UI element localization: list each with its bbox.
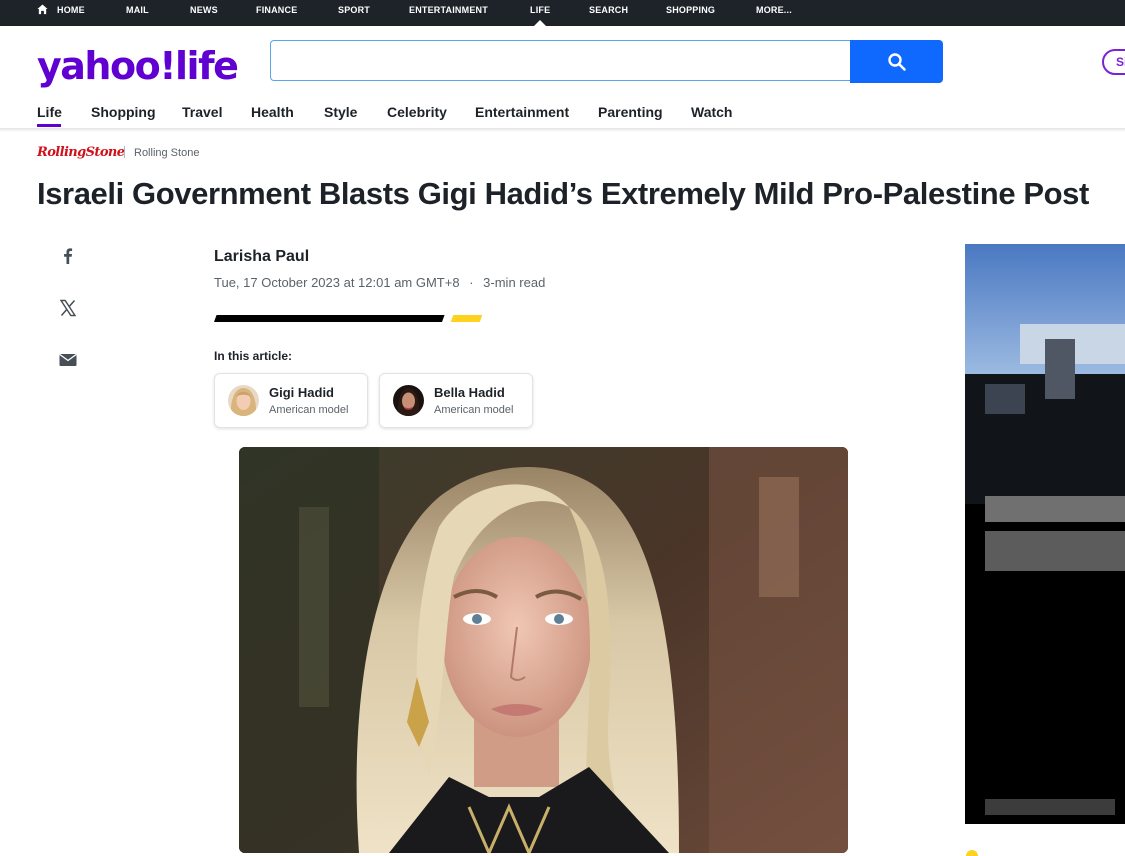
logo-section-text: life: [175, 44, 239, 88]
mail-icon: [59, 353, 77, 366]
share-facebook-button[interactable]: [56, 244, 80, 268]
share-x-button[interactable]: [56, 296, 80, 320]
person-role: American model: [269, 404, 349, 416]
tab-travel[interactable]: Travel: [182, 103, 222, 121]
top-nav-sport[interactable]: SPORT: [338, 0, 370, 20]
hero-photo: [239, 447, 848, 853]
top-nav-life[interactable]: LIFE: [530, 0, 550, 20]
source-separator: [124, 146, 125, 158]
top-nav-entertainment[interactable]: ENTERTAINMENT: [409, 0, 488, 20]
byline-divider-black: [214, 315, 445, 322]
tab-shopping[interactable]: Shopping: [91, 103, 156, 121]
author-name[interactable]: Larisha Paul: [214, 248, 309, 266]
header-divider: [0, 128, 1125, 132]
person-name: Bella Hadid: [434, 385, 505, 400]
yahoo-life-logo[interactable]: yahoo!life: [37, 42, 239, 90]
avatar: [393, 385, 424, 416]
sign-in-button[interactable]: Si: [1102, 49, 1125, 75]
article-headline: Israeli Government Blasts Gigi Hadid’s E…: [37, 176, 1089, 211]
person-card-gigi-hadid[interactable]: Gigi Hadid American model: [214, 373, 368, 428]
ad-indicator-dot: [966, 850, 978, 856]
tab-life[interactable]: Life: [37, 103, 62, 121]
person-name: Gigi Hadid: [269, 385, 334, 400]
share-email-button[interactable]: [56, 348, 80, 372]
tab-parenting[interactable]: Parenting: [598, 103, 663, 121]
search-icon: [887, 52, 906, 71]
tab-entertainment[interactable]: Entertainment: [475, 103, 569, 121]
in-this-article-label: In this article:: [214, 349, 293, 363]
x-icon: [59, 299, 77, 317]
publish-date: Tue, 17 October 2023 at 12:01 am GMT+8: [214, 275, 460, 290]
top-nav-mail[interactable]: MAIL: [126, 0, 149, 20]
sidebar-advertisement[interactable]: [965, 244, 1125, 824]
top-nav-search[interactable]: SEARCH: [589, 0, 628, 20]
active-tab-underline: [37, 124, 61, 127]
top-nav-more[interactable]: MORE...: [756, 0, 792, 20]
read-time: 3-min read: [483, 275, 546, 290]
active-caret-indicator: [534, 20, 546, 26]
avatar: [228, 385, 259, 416]
top-nav-home[interactable]: HOME: [57, 0, 85, 20]
top-nav-shopping[interactable]: SHOPPING: [666, 0, 715, 20]
person-card-bella-hadid[interactable]: Bella Hadid American model: [379, 373, 533, 428]
rolling-stone-logo[interactable]: RollingStone: [37, 145, 125, 160]
tab-celebrity[interactable]: Celebrity: [387, 103, 447, 121]
tab-watch[interactable]: Watch: [691, 103, 732, 121]
facebook-icon: [64, 248, 73, 264]
tab-style[interactable]: Style: [324, 103, 357, 121]
search-button[interactable]: [850, 40, 943, 83]
person-role: American model: [434, 404, 514, 416]
article-hero-image[interactable]: [239, 447, 848, 853]
byline-divider-yellow: [450, 315, 483, 322]
top-nav-finance[interactable]: FINANCE: [256, 0, 297, 20]
article-meta: Tue, 17 October 2023 at 12:01 am GMT+8 ·…: [214, 275, 545, 290]
source-name[interactable]: Rolling Stone: [134, 147, 199, 159]
meta-separator: ·: [469, 275, 474, 290]
logo-bang-text: !: [159, 44, 176, 88]
logo-yahoo-text: yahoo: [37, 44, 161, 88]
top-nav-bar: HOME MAIL NEWS FINANCE SPORT ENTERTAINME…: [0, 0, 1125, 26]
home-icon[interactable]: [37, 4, 48, 15]
search-input[interactable]: [270, 40, 850, 81]
top-nav-news[interactable]: NEWS: [190, 0, 218, 20]
ad-image: [965, 244, 1125, 824]
tab-health[interactable]: Health: [251, 103, 294, 121]
